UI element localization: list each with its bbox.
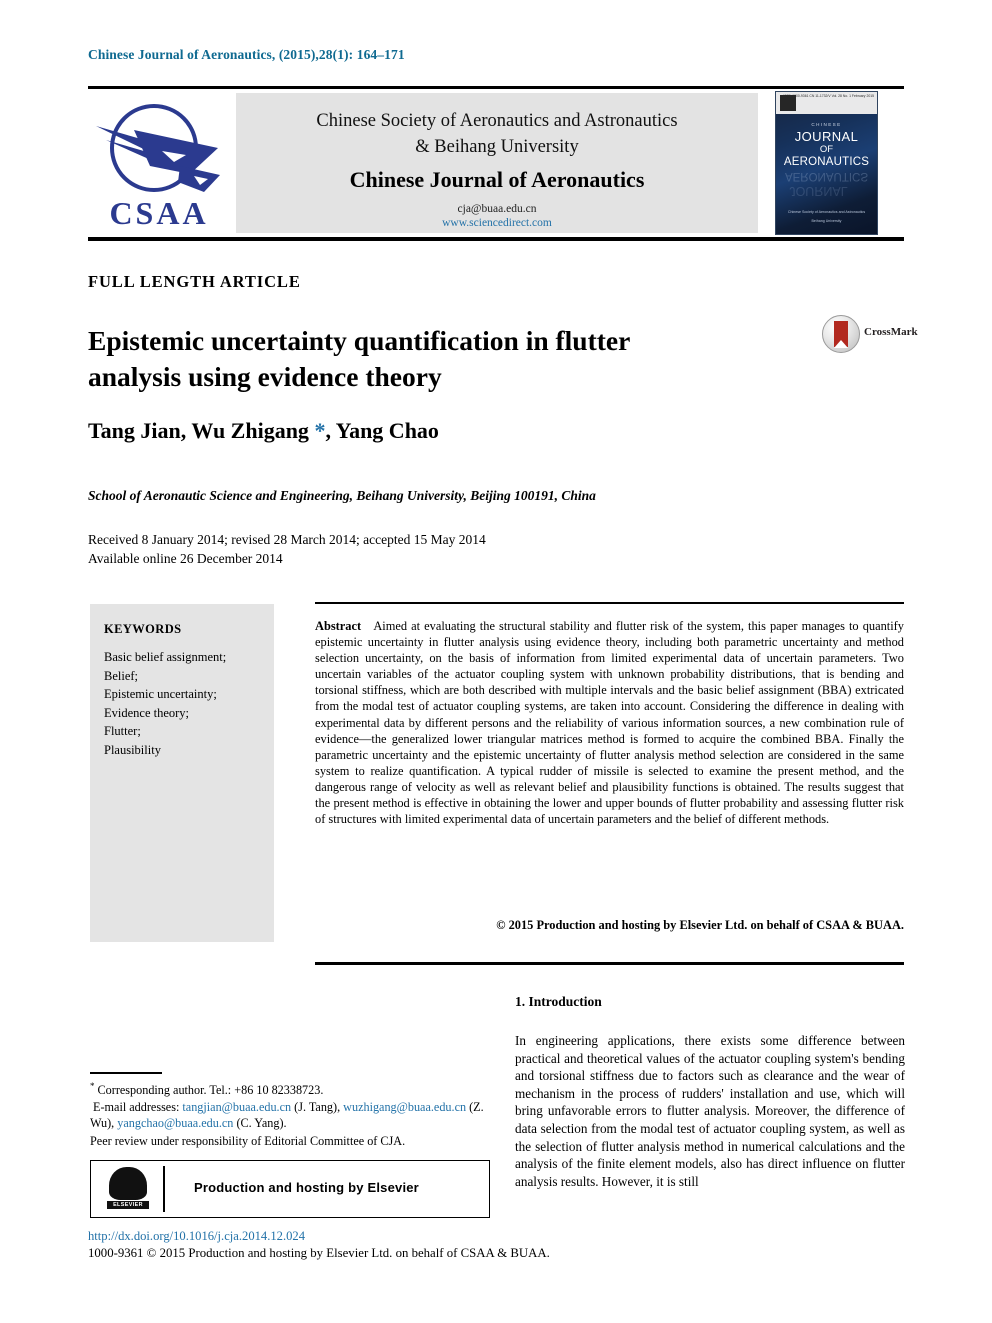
masthead-panel: Chinese Society of Aeronautics and Astro… [236, 93, 758, 233]
email-addresses-label: E-mail addresses: [93, 1099, 180, 1114]
list-item: Plausibility [104, 742, 161, 757]
paper-page: Chinese Journal of Aeronautics, (2015),2… [0, 0, 992, 1323]
abstract-label: Abstract [315, 619, 362, 633]
cover-top-bar: ISSN 1000-9361 CN 11-1732/V Vol. 28 No. … [776, 92, 877, 114]
production-hosting-box: ELSEVIER Production and hosting by Elsev… [90, 1160, 490, 1218]
journal-title: Chinese Journal of Aeronautics [349, 167, 645, 192]
authors-tail: , Yang Chao [325, 418, 439, 443]
journal-cover-thumbnail: ISSN 1000-9361 CN 11-1732/V Vol. 28 No. … [775, 91, 878, 235]
abstract-copyright: © 2015 Production and hosting by Elsevie… [496, 918, 904, 932]
section-heading-introduction: 1. Introduction [515, 994, 602, 1009]
crossmark-circle-icon [822, 315, 860, 353]
masthead-top-rule [88, 86, 904, 89]
running-head: Chinese Journal of Aeronautics, (2015),2… [88, 47, 405, 62]
elsevier-logo: ELSEVIER [107, 1167, 149, 1211]
abstract-text: Aimed at evaluating the structural stabi… [315, 619, 904, 827]
elsevier-wordmark: ELSEVIER [107, 1201, 149, 1209]
journal-masthead: CSAA Chinese Society of Aeronautics and … [88, 86, 904, 241]
footnote-rule [90, 1072, 162, 1074]
peer-review-note: Peer review under responsibility of Edit… [90, 1133, 406, 1148]
list-item: Belief; [104, 668, 139, 683]
list-item: Basic belief assignment; [104, 650, 227, 664]
cover-chinese-label: CHINESE [811, 122, 842, 127]
abstract-bottom-rule [315, 962, 904, 965]
doi-link[interactable]: http://dx.doi.org/10.1016/j.cja.2014.12.… [88, 1229, 305, 1244]
title-line-1: Epistemic uncertainty quantification in … [88, 325, 631, 357]
journal-email: cja@buaa.edu.cn [457, 203, 537, 215]
corresponding-author-marker: * [314, 418, 326, 443]
article-type: FULL LENGTH ARTICLE [88, 272, 301, 291]
article-dates: Received 8 January 2014; revised 28 Marc… [88, 530, 486, 568]
abstract-body: Abstract Aimed at evaluating the structu… [315, 618, 904, 827]
cover-reflection-journal: JOURNAL [789, 184, 848, 198]
production-divider [163, 1166, 165, 1212]
list-item: Evidence theory; [104, 705, 190, 720]
title-line-2: analysis using evidence theory [88, 361, 442, 393]
cover-issn-block: ISSN 1000-9361 CN 11-1732/V Vol. 28 No. … [783, 94, 874, 98]
footnote-block: * Corresponding author. Tel.: +86 10 823… [90, 1078, 490, 1149]
cover-word-of: OF [819, 144, 834, 155]
authors-head: Tang Jian, Wu Zhigang [88, 418, 315, 443]
svg-text:CSAA: CSAA [109, 195, 208, 231]
author-list: Tang Jian, Wu Zhigang *, Yang Chao [88, 418, 439, 444]
cover-society-footer: Chinese Society of Aeronautics and Astro… [787, 210, 866, 214]
introduction-paragraph: In engineering applications, there exist… [515, 1033, 905, 1189]
email-owner-3: (C. Yang). [236, 1116, 287, 1131]
asterisk-icon: * [90, 1081, 95, 1091]
production-hosting-label: Production and hosting by Elsevier [194, 1180, 419, 1195]
sciencedirect-link[interactable]: www.sciencedirect.com [236, 217, 758, 229]
crossmark-badge[interactable]: CrossMark [822, 315, 922, 353]
cover-word-journal: JOURNAL [794, 129, 859, 144]
cover-university-footer: Beihang University [811, 219, 842, 223]
abstract-top-rule [315, 602, 904, 604]
email-link-tangjian[interactable]: tangjian@buaa.edu.cn [182, 1100, 291, 1114]
issn-copyright-line: 1000-9361 © 2015 Production and hosting … [88, 1246, 550, 1260]
email-link-wuzhigang[interactable]: wuzhigang@buaa.edu.cn [343, 1100, 466, 1114]
keywords-box: KEYWORDS Basic belief assignment; Belief… [90, 604, 274, 942]
corresponding-author-text: Corresponding author. Tel.: +86 10 82338… [97, 1083, 324, 1098]
crossmark-label: CrossMark [864, 326, 918, 338]
list-item: Flutter; [104, 724, 141, 738]
page-title: Epistemic uncertainty quantification in … [88, 323, 718, 395]
email-addresses-note: E-mail addresses: tangjian@buaa.edu.cn (… [90, 1099, 490, 1132]
cover-word-aeronautics: AERONAUTICS [783, 156, 870, 168]
keywords-list: Basic belief assignment; Belief; Epistem… [104, 648, 264, 759]
email-owner-1: (J. Tang), [294, 1099, 341, 1114]
available-online-date: Available online 26 December 2014 [88, 551, 283, 566]
list-item: Epistemic uncertainty; [104, 687, 217, 701]
keywords-heading: KEYWORDS [104, 622, 182, 636]
corresponding-author-note: * Corresponding author. Tel.: +86 10 823… [90, 1078, 490, 1099]
csaa-logo: CSAA [94, 96, 224, 232]
cover-reflection-aeronautics: AERONAUTICS [784, 170, 869, 182]
society-line-2: & Beihang University [415, 137, 579, 157]
affiliation: School of Aeronautic Science and Enginee… [88, 488, 596, 503]
masthead-bottom-rule [88, 237, 904, 241]
society-line-1: Chinese Society of Aeronautics and Astro… [316, 111, 678, 131]
email-link-yangchao[interactable]: yangchao@buaa.edu.cn [117, 1116, 233, 1130]
elsevier-tree-icon [109, 1167, 147, 1200]
received-date: Received 8 January 2014; revised 28 Marc… [88, 532, 486, 547]
crossmark-notch-icon [834, 340, 848, 348]
